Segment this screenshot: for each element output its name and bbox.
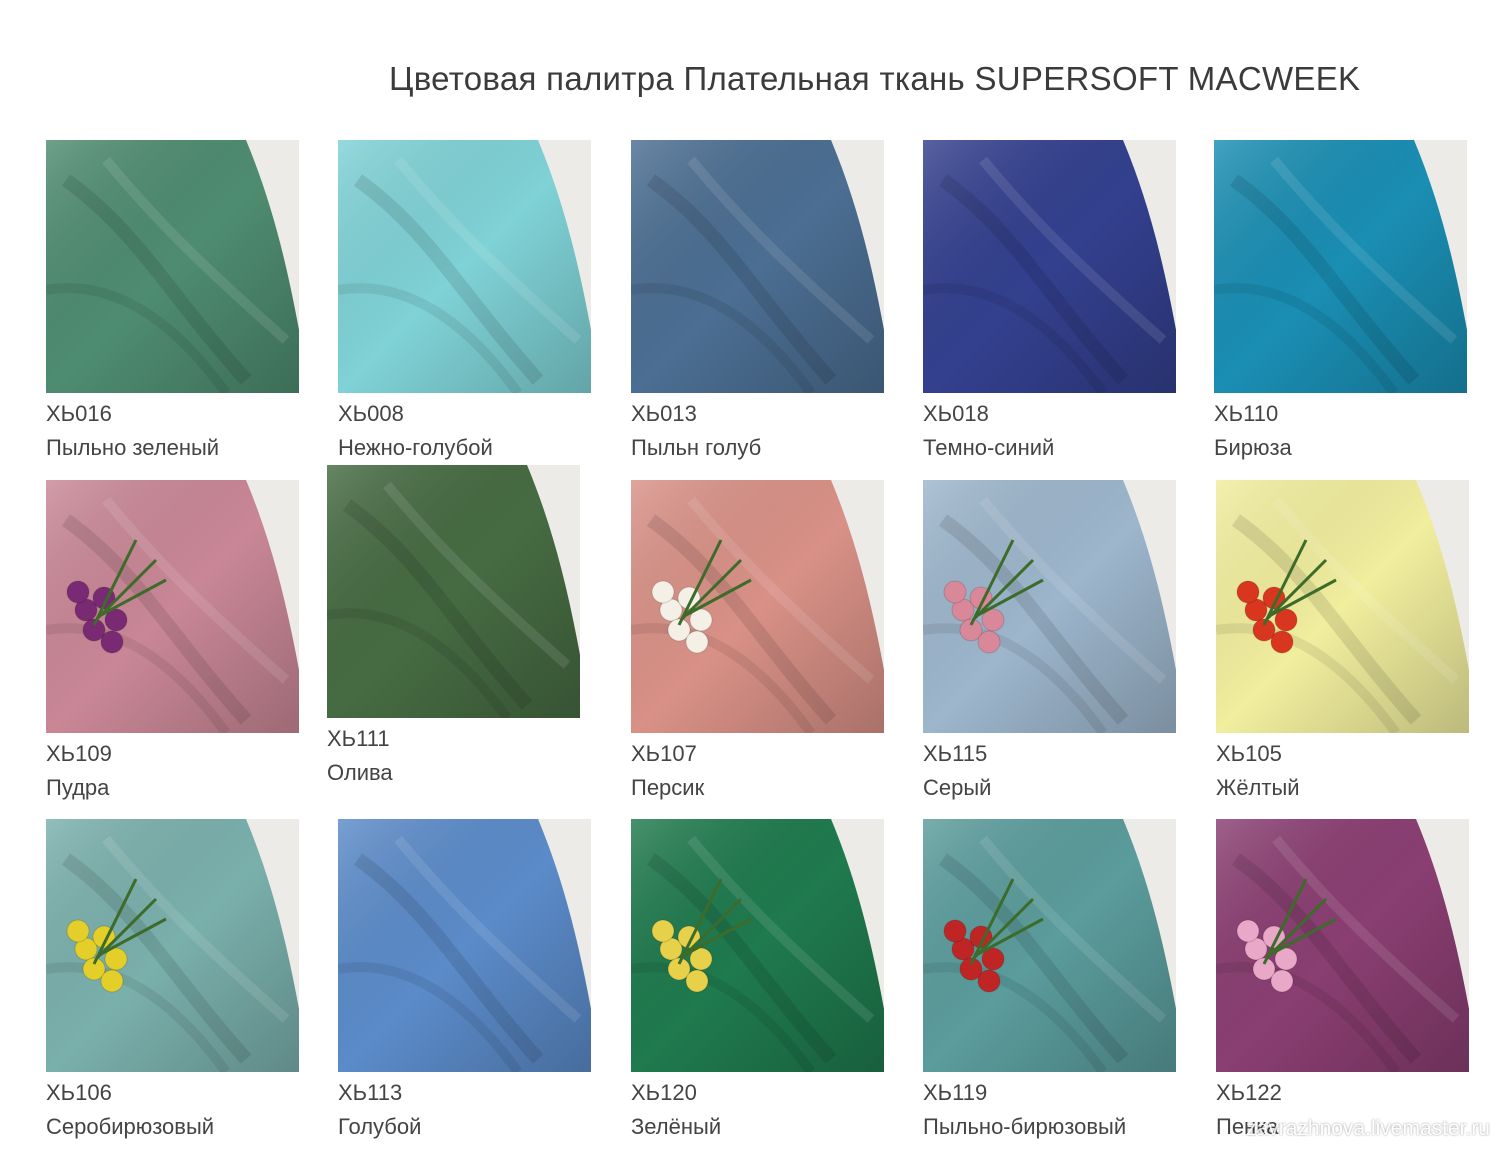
fabric-code: ХЬ008 bbox=[338, 401, 404, 426]
fabric-photo bbox=[1214, 140, 1467, 393]
fabric-illustration bbox=[631, 480, 884, 733]
fabric-code: ХЬ122 bbox=[1216, 1080, 1282, 1105]
fabric-illustration bbox=[327, 465, 580, 718]
fabric-color-name: Нежно-голубой bbox=[338, 435, 493, 460]
fabric-illustration bbox=[631, 140, 884, 393]
swatch-card: ХЬ013 Пыльн голуб bbox=[631, 140, 884, 461]
fabric-photo bbox=[631, 819, 884, 1072]
fabric-code: ХЬ111 bbox=[327, 726, 390, 751]
fabric-illustration bbox=[46, 819, 299, 1072]
fabric-illustration bbox=[1214, 140, 1467, 393]
fabric-photo bbox=[923, 480, 1176, 733]
fabric-illustration bbox=[631, 819, 884, 1072]
fabric-photo bbox=[631, 480, 884, 733]
fabric-illustration bbox=[923, 480, 1176, 733]
swatch-card: ХЬ122 Пенка bbox=[1216, 819, 1469, 1140]
fabric-illustration bbox=[338, 819, 591, 1072]
fabric-illustration bbox=[46, 140, 299, 393]
fabric-color-name: Пудра bbox=[46, 775, 110, 800]
fabric-color-name: Бирюза bbox=[1214, 435, 1292, 460]
swatch-card: ХЬ115 Серый bbox=[923, 480, 1176, 801]
fabric-photo bbox=[46, 819, 299, 1072]
fabric-color-name: Серый bbox=[923, 775, 992, 800]
fabric-photo bbox=[46, 480, 299, 733]
fabric-code: ХЬ113 bbox=[338, 1080, 403, 1105]
fabric-illustration bbox=[923, 140, 1176, 393]
swatch-card: ХЬ120 Зелёный bbox=[631, 819, 884, 1140]
watermark: zavrazhnova.livemaster.ru bbox=[1246, 1117, 1490, 1140]
fabric-code: ХЬ109 bbox=[46, 741, 112, 766]
fabric-code: ХЬ013 bbox=[631, 401, 697, 426]
fabric-photo bbox=[923, 819, 1176, 1072]
swatch-card: ХЬ109 Пудра bbox=[46, 480, 299, 801]
page-title: Цветовая палитра Плательная ткань SUPERS… bbox=[389, 60, 1361, 97]
swatch-card: ХЬ111 Олива bbox=[327, 465, 580, 786]
fabric-photo bbox=[338, 819, 591, 1072]
fabric-color-name: Голубой bbox=[338, 1114, 422, 1139]
fabric-color-name: Пыльн голуб bbox=[631, 435, 762, 460]
swatch-card: ХЬ008 Нежно-голубой bbox=[338, 140, 591, 461]
swatch-card: ХЬ119 Пыльно-бирюзовый bbox=[923, 819, 1176, 1140]
fabric-illustration bbox=[338, 140, 591, 393]
fabric-color-name: Пыльно зеленый bbox=[46, 435, 220, 460]
swatch-card: ХЬ110 Бирюза bbox=[1214, 140, 1467, 461]
fabric-photo bbox=[327, 465, 580, 718]
fabric-code: ХЬ107 bbox=[631, 741, 697, 766]
fabric-illustration bbox=[1216, 819, 1469, 1072]
swatch-card: ХЬ105 Жёлтый bbox=[1216, 480, 1469, 801]
fabric-color-name: Пыльно-бирюзовый bbox=[923, 1114, 1127, 1139]
fabric-code: ХЬ106 bbox=[46, 1080, 112, 1105]
fabric-code: ХЬ115 bbox=[923, 741, 988, 766]
fabric-illustration bbox=[46, 480, 299, 733]
swatch-card: ХЬ016 Пыльно зеленый bbox=[46, 140, 299, 461]
swatch-card: ХЬ106 Серобирюзовый bbox=[46, 819, 299, 1140]
fabric-code: ХЬ018 bbox=[923, 401, 989, 426]
fabric-color-name: Персик bbox=[631, 775, 705, 800]
fabric-color-name: Зелёный bbox=[631, 1114, 722, 1139]
fabric-code: ХЬ016 bbox=[46, 401, 112, 426]
fabric-code: ХЬ110 bbox=[1214, 401, 1279, 426]
fabric-photo bbox=[1216, 819, 1469, 1072]
fabric-code: ХЬ105 bbox=[1216, 741, 1282, 766]
fabric-color-name: Серобирюзовый bbox=[46, 1114, 215, 1139]
fabric-code: ХЬ120 bbox=[631, 1080, 697, 1105]
fabric-code: ХЬ119 bbox=[923, 1080, 988, 1105]
fabric-photo bbox=[1216, 480, 1469, 733]
swatch-card: ХЬ113 Голубой bbox=[338, 819, 591, 1140]
fabric-color-name: Олива bbox=[327, 760, 393, 785]
fabric-photo bbox=[338, 140, 591, 393]
swatch-card: ХЬ107 Персик bbox=[631, 480, 884, 801]
fabric-photo bbox=[631, 140, 884, 393]
fabric-photo bbox=[923, 140, 1176, 393]
fabric-illustration bbox=[923, 819, 1176, 1072]
fabric-photo bbox=[46, 140, 299, 393]
fabric-color-name: Жёлтый bbox=[1216, 775, 1300, 800]
fabric-illustration bbox=[1216, 480, 1469, 733]
swatch-card: ХЬ018 Темно-синий bbox=[923, 140, 1176, 461]
fabric-color-name: Темно-синий bbox=[923, 435, 1055, 460]
